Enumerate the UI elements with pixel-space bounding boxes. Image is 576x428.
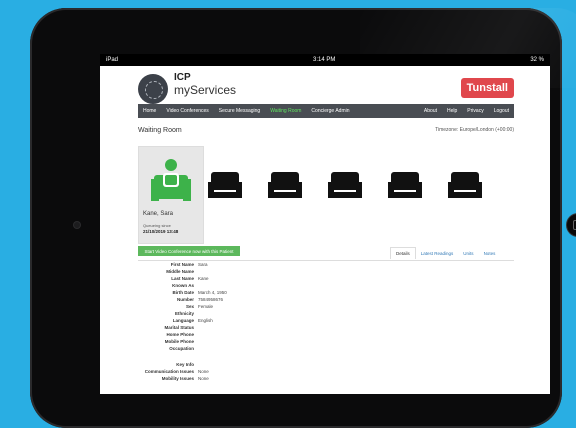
patient-card[interactable]: Kane, Sara Queueing since 21/10/2019 13:… — [138, 146, 204, 244]
detail-row: First Name Sara — [138, 261, 514, 268]
queue-label: Queueing since — [143, 223, 171, 228]
nav-about[interactable]: About — [419, 108, 442, 114]
device-name: iPad — [106, 57, 119, 63]
detail-value: Sara — [198, 262, 208, 267]
detail-row: Number 7584958676 — [138, 296, 514, 303]
empty-chair-icon — [328, 172, 362, 198]
detail-label: Middle Name — [166, 269, 194, 274]
detail-label: Language — [172, 318, 194, 323]
detail-row: Ethnicity — [138, 310, 514, 317]
page-title: Waiting Room — [138, 126, 182, 134]
key-info-label: Communication Issues — [144, 369, 194, 374]
tab-units[interactable]: Units — [458, 247, 478, 259]
detail-label: Birth Date — [172, 290, 194, 295]
key-info-label: Mobility Issues — [161, 376, 194, 381]
key-info: Key Info Communication Issues None Mobili… — [138, 361, 209, 382]
empty-chair-icon — [268, 172, 302, 198]
detail-label: Known As — [172, 283, 194, 288]
nav-home[interactable]: Home — [138, 108, 161, 114]
detail-value: Kane — [198, 276, 209, 281]
empty-chair-icon — [208, 172, 242, 198]
nav-concierge-admin[interactable]: Concierge Admin — [306, 108, 354, 114]
key-info-value: None — [198, 369, 209, 374]
detail-label: Ethnicity — [174, 311, 194, 316]
nav-secure-messaging[interactable]: Secure Messaging — [214, 108, 265, 114]
details-panel: First Name Sara Middle Name Last Name Kane… — [138, 260, 514, 391]
detail-row: Last Name Kane — [138, 275, 514, 282]
detail-label: Occupation — [169, 346, 194, 351]
status-time: 3:14 PM — [312, 57, 336, 63]
logo-title: ICP — [174, 72, 191, 83]
detail-row: Birth Date March 4, 1950 — [138, 289, 514, 296]
tab-notes[interactable]: Notes — [479, 247, 501, 259]
front-camera — [74, 222, 80, 228]
tablet-frame: iPad 3:14 PM 32 % ICP myServices Tunstal… — [30, 8, 576, 428]
detail-row: Mobile Phone — [138, 338, 514, 345]
detail-row: Known As — [138, 282, 514, 289]
timezone: Timezone: Europe/London (+00:00) — [435, 127, 514, 133]
icp-logo-icon — [138, 74, 168, 104]
empty-chair-icon — [448, 172, 482, 198]
detail-value: English — [198, 318, 213, 323]
detail-row: Middle Name — [138, 268, 514, 275]
detail-row: Home Phone — [138, 331, 514, 338]
detail-value: Female — [198, 304, 214, 309]
queue-date: 21/10/2019 13:48 — [143, 229, 179, 234]
detail-label: Mobile Phone — [164, 339, 194, 344]
brand-logo: Tunstall — [460, 78, 514, 98]
key-info-title: Key Info — [176, 362, 194, 367]
home-button[interactable] — [567, 214, 576, 236]
screen: iPad 3:14 PM 32 % ICP myServices Tunstal… — [100, 54, 550, 394]
tab-latest-readings[interactable]: Latest Readings — [416, 247, 459, 259]
detail-label: Home Phone — [166, 332, 194, 337]
site-header: ICP myServices Tunstall — [100, 66, 550, 104]
key-info-row: Mobility Issues None — [138, 375, 209, 382]
tabs: Details Latest Readings Units Notes — [390, 247, 514, 259]
nav-right: About Help Privacy Logout — [419, 108, 514, 114]
nav-video-conferences[interactable]: Video Conferences — [161, 108, 213, 114]
logo-subtitle: myServices — [174, 83, 237, 97]
key-info-header: Key Info — [138, 361, 209, 368]
nav-logout[interactable]: Logout — [489, 108, 514, 114]
battery-level: 32 % — [530, 57, 544, 63]
nav-waiting-room[interactable]: Waiting Room — [265, 108, 306, 114]
empty-chair-icon — [388, 172, 422, 198]
detail-label: Sex — [185, 304, 194, 309]
tab-details[interactable]: Details — [390, 247, 416, 259]
detail-row: Marital Status — [138, 324, 514, 331]
detail-label: First Name — [170, 262, 194, 267]
detail-label: Last Name — [171, 276, 194, 281]
detail-row: Occupation — [138, 345, 514, 352]
patient-name: Kane, Sara — [143, 211, 174, 217]
start-video-button[interactable]: Start Video Conference now with this Pat… — [138, 246, 240, 256]
key-info-value: None — [198, 376, 209, 381]
patient-chair-icon — [151, 159, 191, 201]
detail-value: March 4, 1950 — [198, 290, 227, 295]
detail-row: Language English — [138, 317, 514, 324]
detail-value: 7584958676 — [198, 297, 224, 302]
status-bar: iPad 3:14 PM 32 % — [100, 54, 550, 66]
key-info-row: Communication Issues None — [138, 368, 209, 375]
detail-label: Marital Status — [164, 325, 194, 330]
nav-help[interactable]: Help — [442, 108, 462, 114]
nav-privacy[interactable]: Privacy — [462, 108, 488, 114]
nav-bar: Home Video Conferences Secure Messaging … — [138, 104, 514, 118]
title-row: Waiting Room Timezone: Europe/London (+0… — [138, 124, 514, 136]
detail-label: Number — [176, 297, 194, 302]
detail-row: Sex Female — [138, 303, 514, 310]
